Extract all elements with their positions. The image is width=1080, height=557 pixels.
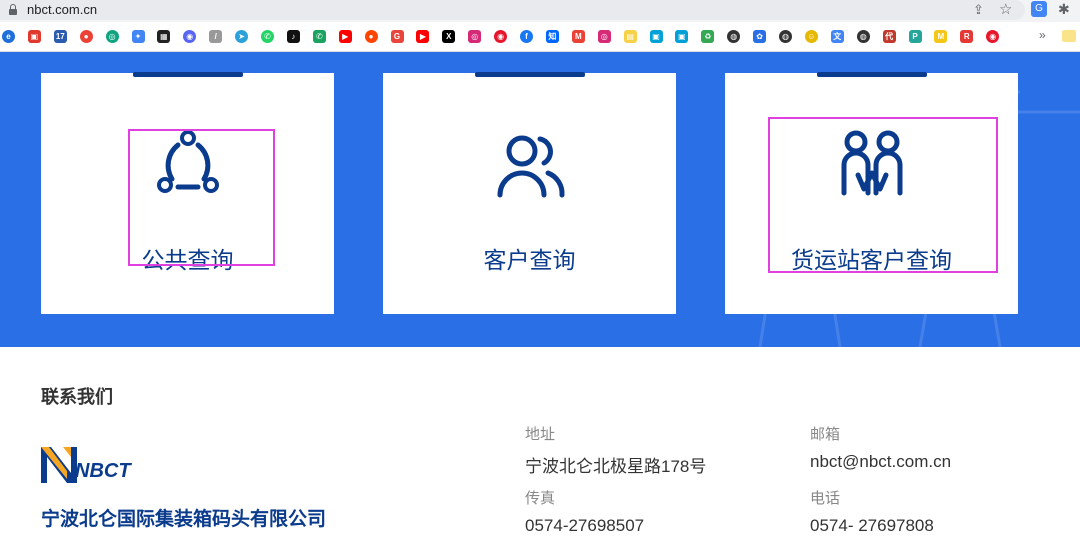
share-icon[interactable]: ⇪	[973, 2, 984, 18]
recycle-icon[interactable]: ♻	[701, 30, 715, 43]
gemini-icon[interactable]: ✦	[131, 30, 145, 43]
discord-icon[interactable]: ◉	[183, 30, 197, 43]
globe-icon[interactable]: ◍	[727, 30, 741, 43]
email-label: 邮箱	[810, 426, 841, 443]
address-value: 宁波北仑北极星路178号	[525, 457, 707, 476]
r-icon[interactable]: R	[960, 30, 974, 43]
youtube-2-icon[interactable]: ▶	[416, 30, 430, 43]
youtube-icon[interactable]: ▶	[338, 30, 352, 43]
telegram-icon[interactable]: ➤	[235, 30, 249, 43]
bookmarks-overflow-button[interactable]: »	[1039, 28, 1046, 42]
fax-label: 传真	[525, 490, 556, 507]
chatgpt-icon[interactable]: ◎	[105, 30, 119, 43]
lock-icon[interactable]	[9, 4, 17, 15]
customer-query-card[interactable]: 客户查询	[383, 72, 676, 314]
email-value[interactable]: nbct@nbct.com.cn	[810, 452, 951, 472]
note-icon[interactable]: ▤	[623, 30, 637, 43]
phone-label: 电话	[810, 490, 841, 507]
omnibox[interactable]: nbct.com.cn ⇪ ☆	[0, 0, 1025, 20]
address-bar-area: nbct.com.cn ⇪ ☆ G ✱	[0, 0, 1080, 22]
gmail-icon[interactable]: M	[571, 30, 585, 43]
paw-icon[interactable]: ✿	[753, 30, 767, 43]
ie-icon[interactable]: e	[2, 30, 15, 43]
p-icon[interactable]: P	[908, 30, 922, 43]
company-name: 宁波北仑国际集装箱码头有限公司	[41, 509, 327, 530]
contact-title: 联系我们	[41, 387, 113, 407]
mail-icon[interactable]: M	[934, 30, 948, 43]
card-top-bar	[817, 72, 927, 77]
card-label[interactable]: 货运站客户查询	[725, 241, 1018, 275]
instagram-icon[interactable]: ◎	[468, 30, 482, 43]
x-icon[interactable]: X	[442, 30, 456, 43]
tv-icon[interactable]: ▦	[157, 30, 171, 43]
address-label: 地址	[525, 426, 556, 443]
badge-icon[interactable]: 代	[882, 30, 896, 43]
url-text[interactable]: nbct.com.cn	[27, 2, 97, 17]
weibo-2-icon[interactable]: ◉	[986, 30, 1000, 43]
bilibili-icon[interactable]: ▣	[649, 30, 663, 43]
translate-extension-icon[interactable]: G	[1031, 1, 1047, 17]
whatsapp-icon[interactable]: ✆	[261, 30, 274, 43]
weibo-icon[interactable]: ◉	[494, 30, 508, 43]
bookmarks-bar: e ▣ 17 ● ◎ ✦ ▦ ◉ / ➤ ✆ ♪ ✆ ▶ ● G ▶ X ◎ ◉ f 知 M ◎ ▤ ▣ ▣ ♻ ◍ ✿ ◍ ☺ 文 ◍ 代 P M R ◉…	[0, 22, 1080, 52]
reddit-icon[interactable]: ●	[364, 30, 378, 43]
people-link-icon	[841, 130, 903, 196]
card-top-bar	[133, 72, 243, 77]
public-query-card[interactable]: 公共查询	[41, 72, 334, 314]
freight-station-query-card[interactable]: 货运站客户查询	[725, 72, 1018, 314]
translate-icon[interactable]: 文	[830, 30, 844, 43]
card-label[interactable]: 公共查询	[41, 241, 334, 275]
contact-section: 联系我们 NBCT 宁波北仑国际集装箱码头有限公司 地址 宁波北仑北极星路178…	[0, 347, 1080, 557]
emoji-icon[interactable]: ☺	[804, 30, 818, 43]
extensions-puzzle-icon[interactable]: ✱	[1058, 1, 1070, 18]
seventeen-icon[interactable]: 17	[53, 30, 67, 43]
g-icon[interactable]: G	[390, 30, 404, 43]
card-top-bar	[475, 72, 585, 77]
card-label[interactable]: 客户查询	[383, 241, 676, 275]
bilibili-2-icon[interactable]: ▣	[675, 30, 689, 43]
instagram-2-icon[interactable]: ◎	[597, 30, 611, 43]
maps-pin-icon[interactable]: ●	[79, 30, 93, 43]
globe-3-icon[interactable]: ◍	[856, 30, 870, 43]
facebook-icon[interactable]: f	[520, 30, 533, 43]
tiktok-icon[interactable]: ♪	[286, 30, 300, 43]
bookmark-star-icon[interactable]: ☆	[999, 0, 1012, 18]
users-icon	[497, 135, 565, 198]
signal-icon[interactable]: /	[209, 30, 223, 43]
globe-2-icon[interactable]: ◍	[779, 30, 792, 43]
fax-value: 0574-27698507	[525, 516, 645, 535]
phone-icon[interactable]: ✆	[312, 30, 326, 43]
zhihu-icon[interactable]: 知	[545, 30, 559, 43]
bookmark-folder-icon[interactable]	[1062, 30, 1076, 42]
share-network-icon	[157, 130, 219, 193]
phone-value: 0574- 27697808	[810, 516, 934, 535]
red-box-icon[interactable]: ▣	[27, 30, 41, 43]
logo-text: NBCT	[75, 460, 131, 482]
query-section: 公共查询 客户查询 货运站客户查询	[0, 52, 1080, 347]
